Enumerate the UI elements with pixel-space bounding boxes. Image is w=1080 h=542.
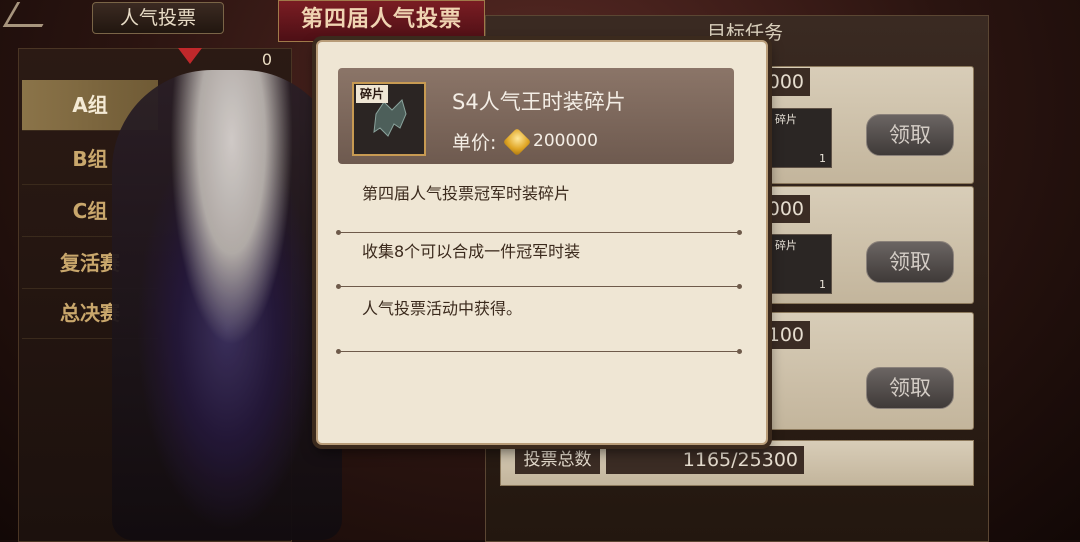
item-description: 收集8个可以合成一件冠军时装 — [362, 242, 581, 261]
votes-total-label: 投票总数 — [515, 446, 600, 474]
reward-qty: 1 — [819, 278, 826, 291]
event-banner: 第四届人气投票 — [278, 0, 485, 42]
price-value: 200000 — [533, 131, 598, 151]
item-description: 人气投票活动中获得。 — [362, 299, 523, 318]
claim-button[interactable]: 领取 — [866, 367, 954, 409]
item-description: 第四届人气投票冠军时装碎片 — [362, 184, 571, 203]
divider — [336, 284, 742, 289]
reward-item[interactable]: 碎片 1 — [770, 234, 832, 294]
reward-qty: 1 — [819, 152, 826, 165]
claim-button[interactable]: 领取 — [866, 241, 954, 283]
fragment-tag: 碎片 — [356, 85, 388, 103]
item-name: S4人气王时装碎片 — [452, 90, 626, 114]
divider — [336, 349, 742, 354]
character-portrait — [112, 70, 342, 540]
reward-label: 碎片 — [775, 113, 797, 126]
divider — [336, 230, 742, 235]
claim-button[interactable]: 领取 — [866, 114, 954, 156]
vote-count: 0 — [261, 50, 272, 69]
price-label: 单价: — [452, 132, 497, 154]
votes-total-value: 1165/25300 — [606, 446, 804, 474]
reward-label: 碎片 — [775, 239, 797, 252]
page-title: 人气投票 — [92, 2, 224, 34]
reward-item[interactable]: 碎片 1 — [770, 108, 832, 168]
